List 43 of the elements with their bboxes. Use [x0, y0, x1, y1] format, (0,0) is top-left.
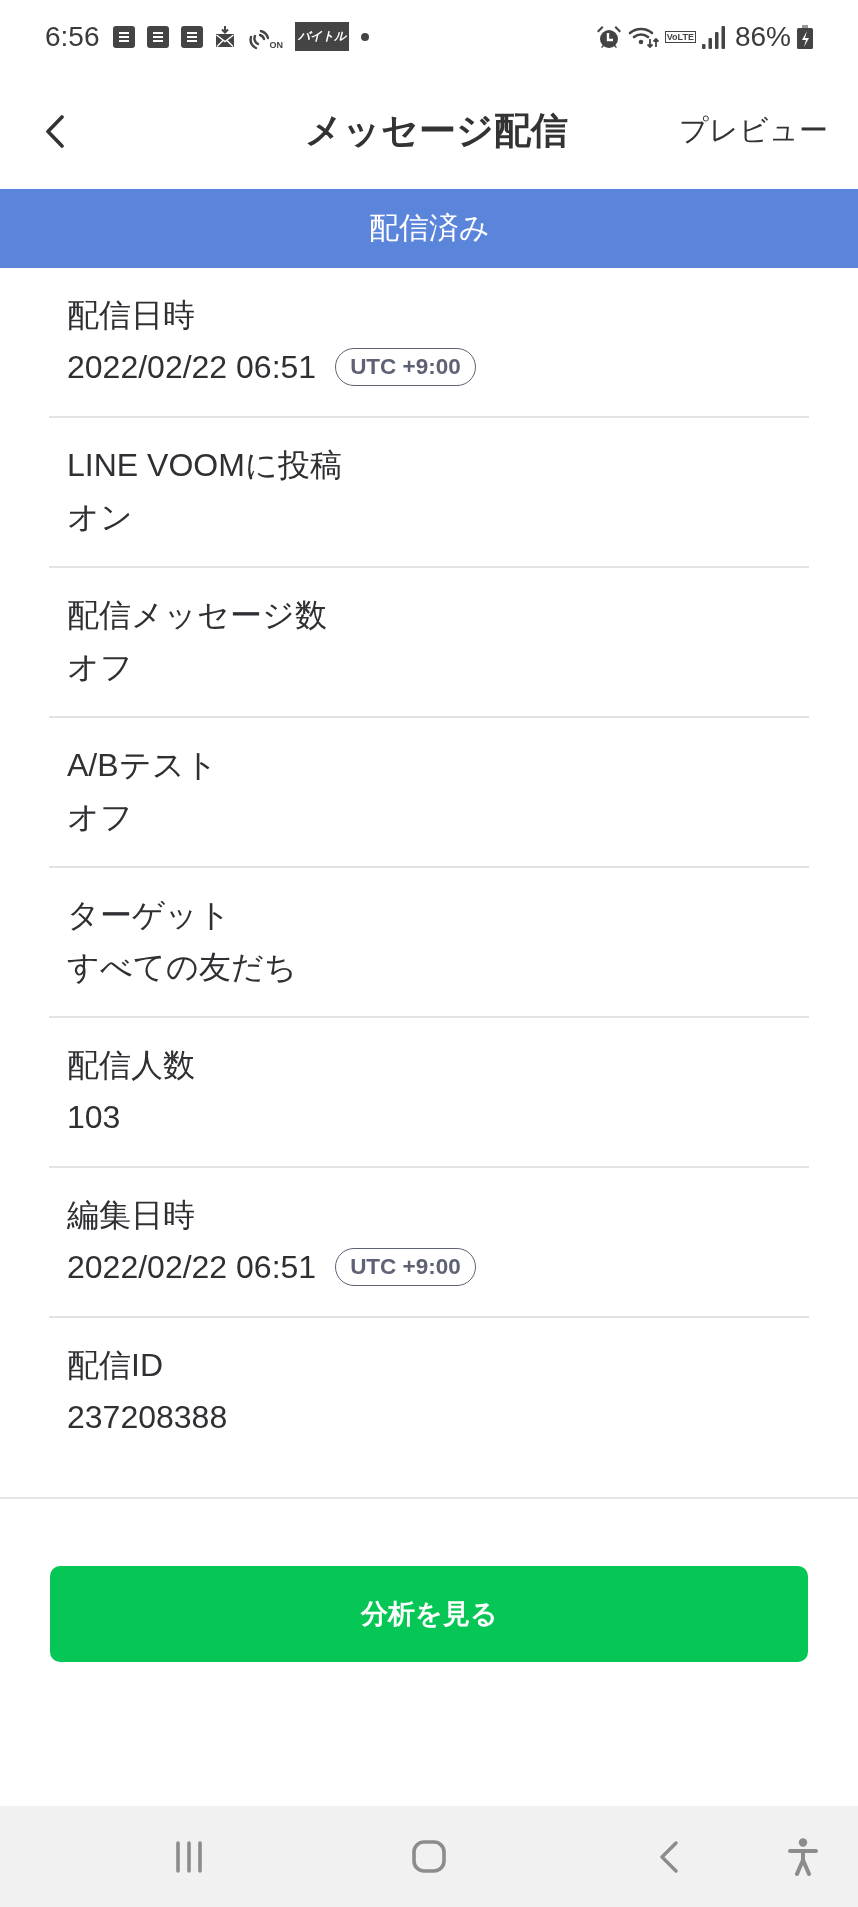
home-button[interactable] — [412, 1840, 446, 1873]
document-notification-icon — [112, 25, 135, 48]
detail-label: 配信日時 — [67, 296, 195, 335]
detail-value: 237208388 — [67, 1398, 228, 1437]
clock-time: 6:56 — [45, 22, 100, 51]
notification-dot-icon — [361, 32, 369, 41]
detail-label: A/Bテスト — [67, 746, 218, 785]
detail-value: 103 — [67, 1098, 121, 1137]
document-notification-icon — [180, 25, 203, 48]
document-notification-icon — [146, 25, 169, 48]
signal-strength-icon — [701, 24, 725, 49]
accessibility-icon — [788, 1837, 818, 1876]
back-icon — [659, 1840, 679, 1873]
back-button[interactable] — [45, 114, 65, 148]
detail-value: 2022/02/22 06:51 — [67, 1248, 317, 1287]
back-nav-button[interactable] — [659, 1840, 679, 1873]
detail-label: ターゲット — [67, 896, 231, 935]
alarm-clock-icon — [595, 24, 622, 49]
detail-value: オフ — [67, 798, 133, 837]
nfc-waves-icon — [246, 29, 269, 50]
preview-link[interactable]: プレビュー — [679, 111, 828, 151]
detail-value: オフ — [67, 648, 133, 687]
delivered-status-banner: 配信済み — [0, 189, 858, 268]
detail-label: 配信人数 — [67, 1046, 195, 1085]
detail-value: 2022/02/22 06:51 — [67, 348, 317, 387]
home-icon — [412, 1840, 446, 1873]
accessibility-button[interactable] — [788, 1837, 818, 1876]
detail-label: 配信メッセージ数 — [67, 596, 327, 635]
detail-value: オン — [67, 498, 133, 537]
detail-label: 編集日時 — [67, 1196, 195, 1235]
screen-title: メッセージ配信 — [305, 108, 568, 153]
battery-percent: 86% — [734, 22, 791, 51]
recent-apps-button[interactable] — [174, 1840, 204, 1873]
nfc-status-label: ON — [269, 40, 283, 50]
envelope-icon — [214, 25, 235, 48]
detail-value: すべての友だち — [67, 948, 297, 987]
detail-label: 配信ID — [67, 1346, 163, 1385]
charging-battery-icon — [797, 24, 813, 49]
app-logo: バイトル — [295, 22, 349, 51]
network-type-label: VoLTE — [664, 30, 696, 43]
recent-apps-icon — [174, 1840, 204, 1873]
chevron-left-icon — [45, 114, 65, 148]
detail-label: LINE VOOMに投稿 — [67, 446, 342, 485]
